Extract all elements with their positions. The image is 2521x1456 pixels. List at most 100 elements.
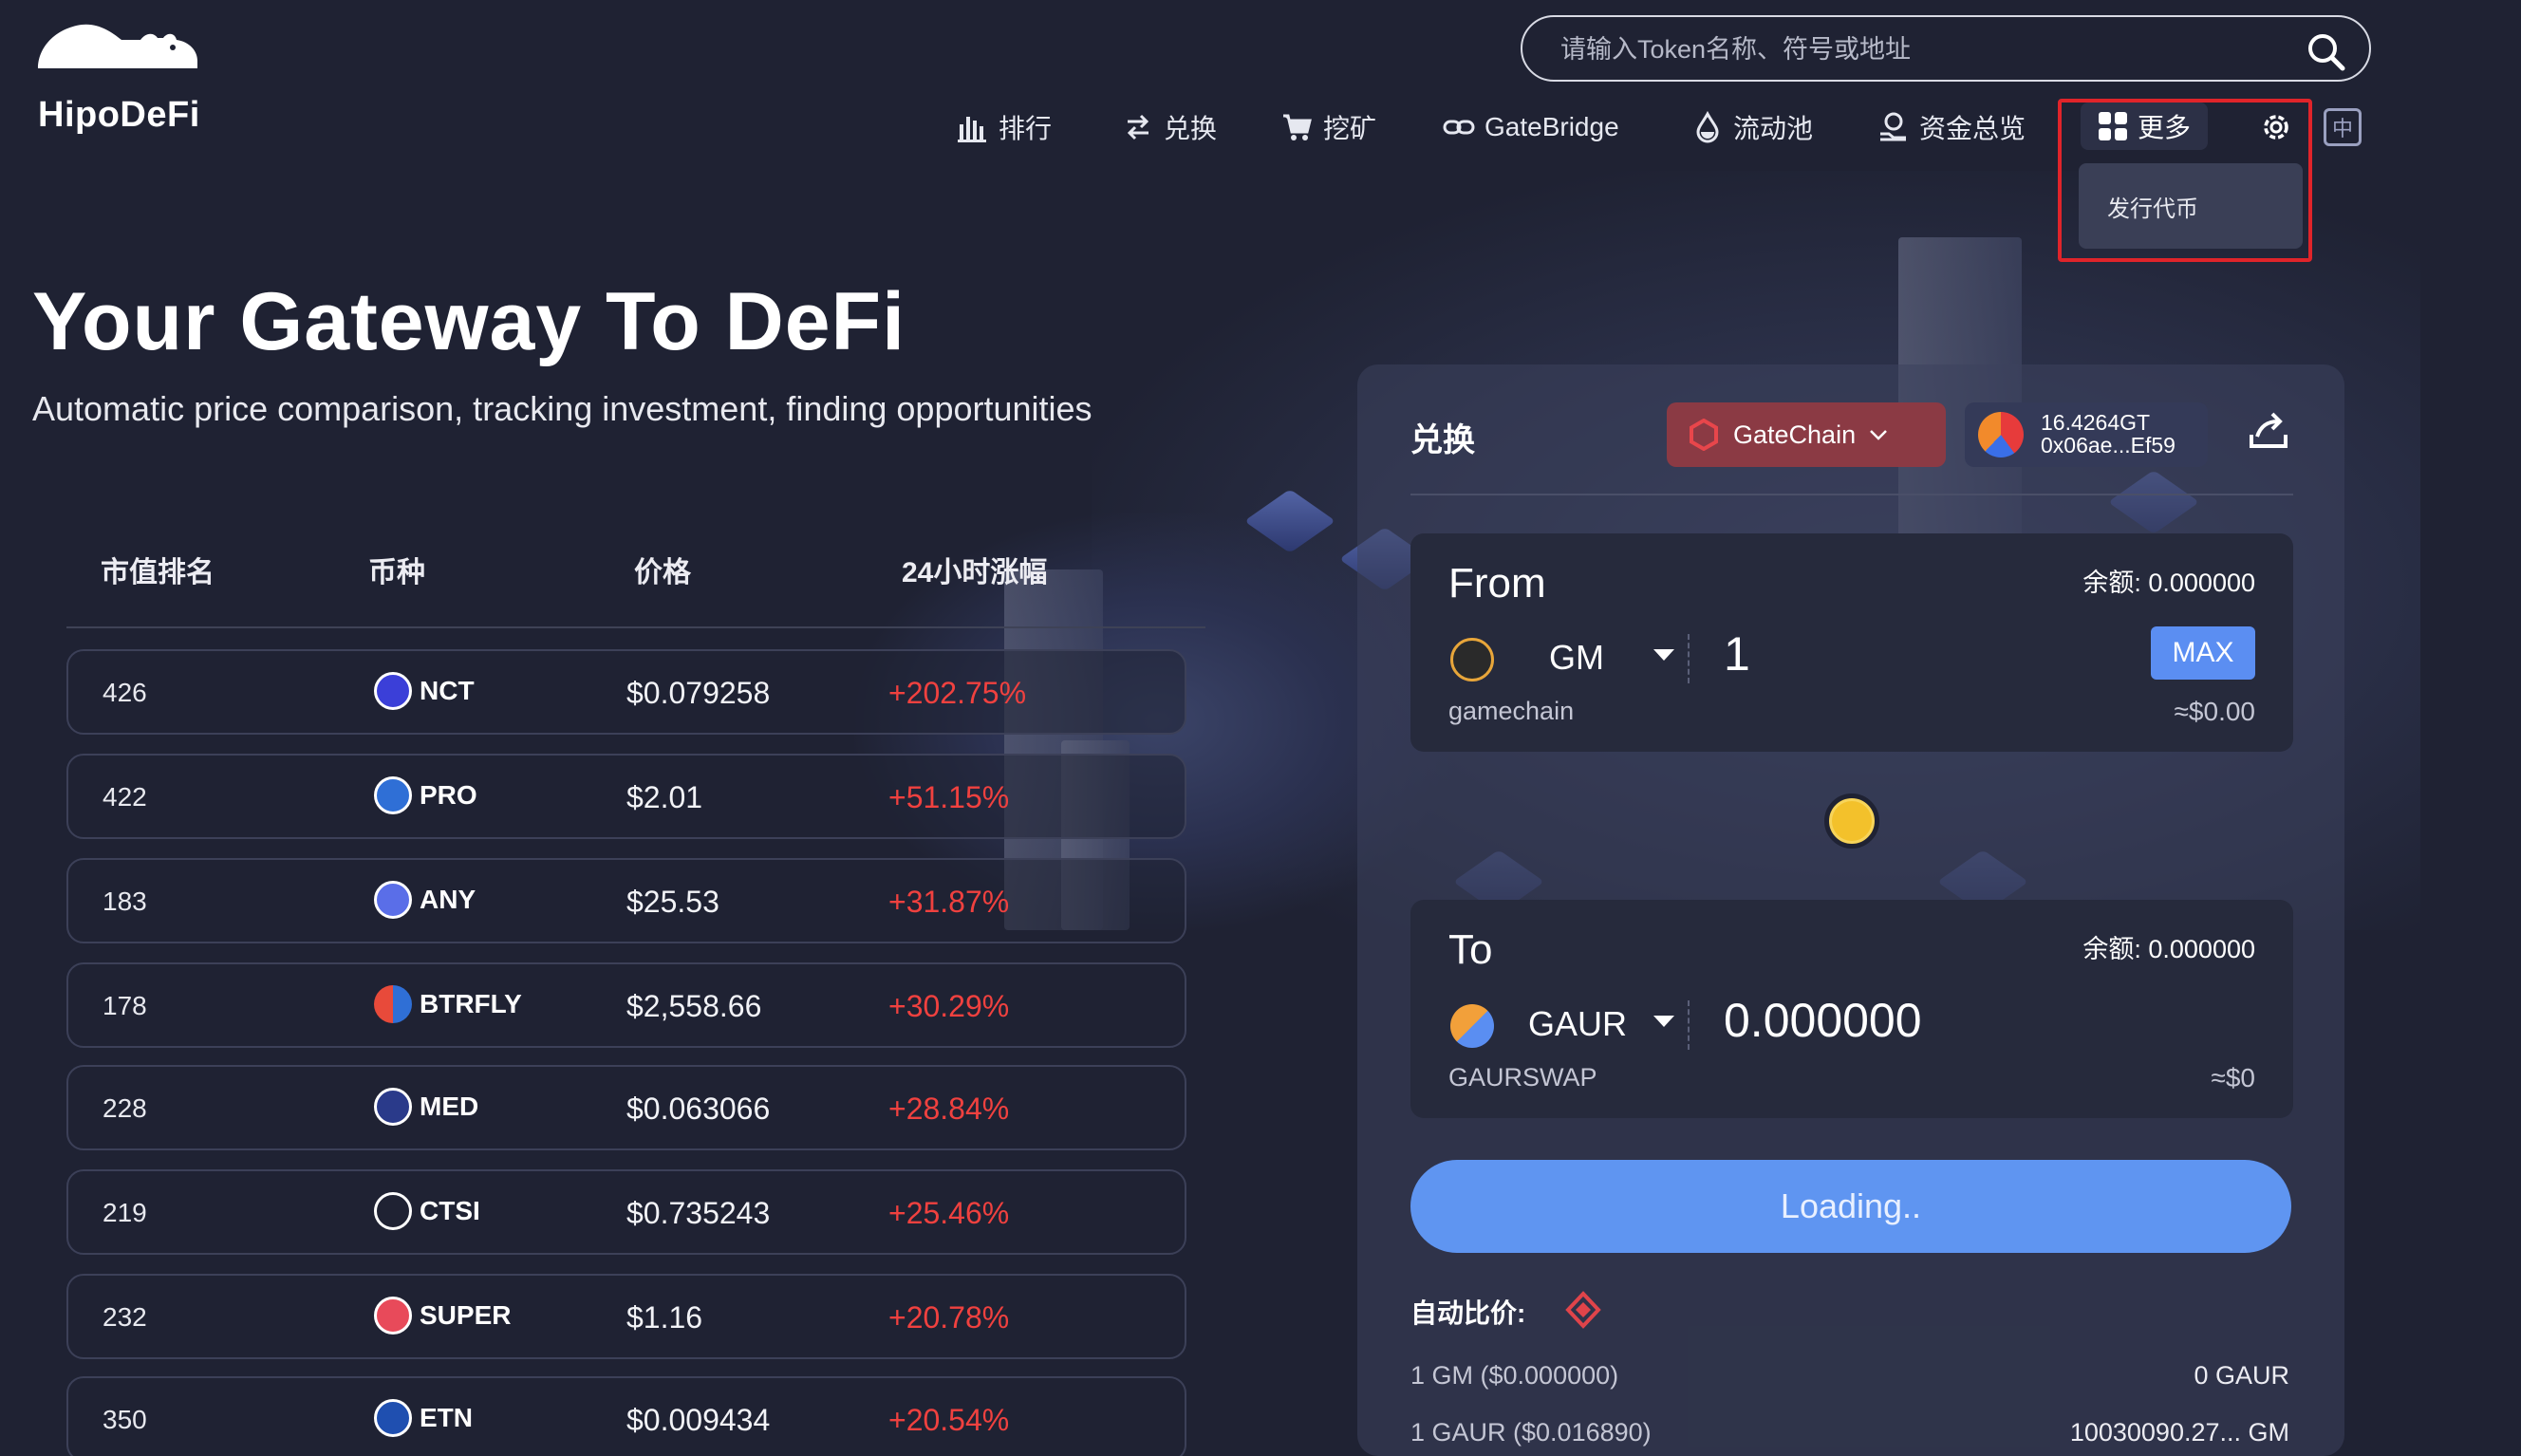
change-cell: +28.84% xyxy=(888,1092,1010,1126)
language-toggle[interactable]: 中 xyxy=(2324,108,2362,146)
from-token-symbol[interactable]: GM xyxy=(1549,638,1604,678)
gear-icon[interactable] xyxy=(2257,108,2295,146)
rank-cell: 232 xyxy=(103,1302,147,1332)
coin-cell: CTSI xyxy=(374,1192,480,1230)
auto-compare-label: 自动比价: xyxy=(1410,1298,1526,1328)
dropdown-item-label: 发行代币 xyxy=(2107,196,2198,222)
coin-super-icon xyxy=(374,1297,412,1335)
rate-row-1-right: 0 GAUR xyxy=(2194,1361,2289,1390)
change-cell: +30.29% xyxy=(888,989,1010,1023)
search-icon[interactable] xyxy=(2305,30,2346,72)
nav-liquidity-pool[interactable]: 流动池 xyxy=(1691,106,1813,148)
change-cell: +20.78% xyxy=(888,1300,1010,1335)
coin-cell: BTRFLY xyxy=(374,985,522,1023)
coin-pro-icon xyxy=(374,776,412,814)
nav-assets-overview[interactable]: 资金总览 xyxy=(1877,106,2026,148)
rank-cell: 422 xyxy=(103,782,147,812)
share-icon[interactable] xyxy=(2246,408,2291,454)
wallet-address: 0x06ae...Ef59 xyxy=(2041,433,2176,457)
coin-med-icon xyxy=(374,1088,412,1126)
swap-submit-button[interactable]: Loading.. xyxy=(1410,1160,2291,1253)
to-amount-input[interactable] xyxy=(1724,993,2008,1048)
table-header-divider xyxy=(66,626,1205,628)
nav-mining[interactable]: 挖矿 xyxy=(1281,106,1376,148)
from-amount-input[interactable] xyxy=(1724,626,2008,681)
nav-label: 排行 xyxy=(999,114,1053,143)
nav-gatebridge[interactable]: GateBridge xyxy=(1443,106,1619,148)
wallet-balance: 16.4264GT xyxy=(2041,410,2151,435)
nav-label: 资金总览 xyxy=(1919,114,2026,143)
swap-direction-icon[interactable] xyxy=(1824,793,1879,849)
table-row[interactable]: 232 SUPER $1.16 +20.78% xyxy=(66,1274,1186,1359)
to-token-caret-icon[interactable] xyxy=(1653,1016,1674,1027)
max-button[interactable]: MAX xyxy=(2151,626,2255,680)
change-cell: +202.75% xyxy=(888,676,1027,710)
column-header-price[interactable]: 价格 xyxy=(634,549,691,590)
nav-more[interactable]: 更多 xyxy=(2081,103,2208,150)
drop-icon xyxy=(1696,111,1719,143)
rank-cell: 183 xyxy=(103,887,147,916)
chain-selector[interactable]: GateChain xyxy=(1667,402,1946,467)
wallet-avatar-icon xyxy=(1978,412,2024,457)
table-row[interactable]: 219 CTSI $0.735243 +25.46% xyxy=(66,1169,1186,1255)
change-cell: +25.46% xyxy=(888,1196,1010,1230)
swap-arrows-icon xyxy=(1127,114,1149,140)
to-token-symbol[interactable]: GAUR xyxy=(1528,1004,1627,1044)
nav-more-label: 更多 xyxy=(2137,113,2191,142)
cart-icon xyxy=(1283,114,1312,140)
nav-label: GateBridge xyxy=(1485,112,1619,141)
gm-token-icon[interactable] xyxy=(1450,638,1494,681)
coin-ctsi-icon xyxy=(374,1192,412,1230)
table-row[interactable]: 183 ANY $25.53 +31.87% xyxy=(66,858,1186,943)
from-label: From xyxy=(1448,560,1546,607)
rate-row-2-right: 10030090.27... GM xyxy=(2069,1418,2289,1447)
to-label: To xyxy=(1448,926,1493,973)
hero-title: Your Gateway To DeFi xyxy=(32,276,906,367)
search-bar[interactable] xyxy=(1521,15,2371,82)
price-cell: $1.16 xyxy=(626,1300,703,1335)
nav-swap[interactable]: 兑换 xyxy=(1122,106,1217,148)
nav-ranking[interactable]: 排行 xyxy=(957,106,1052,148)
gatechain-icon xyxy=(1690,419,1718,451)
wallet-button[interactable]: 16.4264GT 0x06ae...Ef59 xyxy=(1965,402,2208,467)
column-header-change[interactable]: 24小时涨幅 xyxy=(902,549,1047,590)
table-row[interactable]: 422 PRO $2.01 +51.15% xyxy=(66,754,1186,839)
change-cell: +51.15% xyxy=(888,780,1010,814)
price-cell: $25.53 xyxy=(626,885,719,919)
wallet-hand-icon xyxy=(1880,112,1906,141)
bar-chart-icon xyxy=(958,117,986,142)
column-header-coin[interactable]: 币种 xyxy=(368,549,425,590)
gaur-token-icon[interactable] xyxy=(1450,1004,1494,1048)
rank-cell: 228 xyxy=(103,1093,147,1123)
rank-cell: 178 xyxy=(103,991,147,1020)
search-input[interactable] xyxy=(1560,28,2282,70)
price-cell: $0.079258 xyxy=(626,676,771,710)
to-box: To 余额: 0.000000 GAUR GAURSWAP ≈$0 xyxy=(1410,900,2293,1118)
price-cell: $2.01 xyxy=(626,780,703,814)
change-cell: +31.87% xyxy=(888,885,1010,919)
to-balance: 余额: 0.000000 xyxy=(2082,935,2255,963)
table-row[interactable]: 228 MED $0.063066 +28.84% xyxy=(66,1065,1186,1150)
to-usd-value: ≈$0 xyxy=(2211,1063,2255,1092)
dropdown-item-issue-token[interactable]: 发行代币 xyxy=(2079,163,2303,249)
column-header-rank[interactable]: 市值排名 xyxy=(101,549,215,590)
table-row[interactable]: 350 ETN $0.009434 +20.54% xyxy=(66,1376,1186,1456)
brand-name[interactable]: HipoDeFi xyxy=(38,95,200,136)
price-cell: $0.063066 xyxy=(626,1092,771,1126)
coin-cell: ANY xyxy=(374,881,476,919)
coin-btrfly-icon xyxy=(374,985,412,1023)
table-row[interactable]: 426 NCT $0.079258 +202.75% xyxy=(66,649,1186,735)
from-usd-value: ≈$0.00 xyxy=(2174,697,2255,726)
coin-symbol: NCT xyxy=(420,676,475,705)
coin-cell: PRO xyxy=(374,776,477,814)
table-row[interactable]: 178 BTRFLY $2,558.66 +30.29% xyxy=(66,962,1186,1048)
hippo-logo-icon[interactable] xyxy=(34,19,201,72)
coin-symbol: ANY xyxy=(420,885,476,914)
from-token-name: gamechain xyxy=(1448,697,1575,725)
divider xyxy=(1688,1000,1690,1050)
price-cell: $2,558.66 xyxy=(626,989,762,1023)
chevron-down-icon xyxy=(1870,430,1887,440)
from-token-caret-icon[interactable] xyxy=(1653,649,1674,661)
link-icon xyxy=(1443,120,1475,135)
rate-row-1-left: 1 GM ($0.000000) xyxy=(1410,1361,1619,1390)
